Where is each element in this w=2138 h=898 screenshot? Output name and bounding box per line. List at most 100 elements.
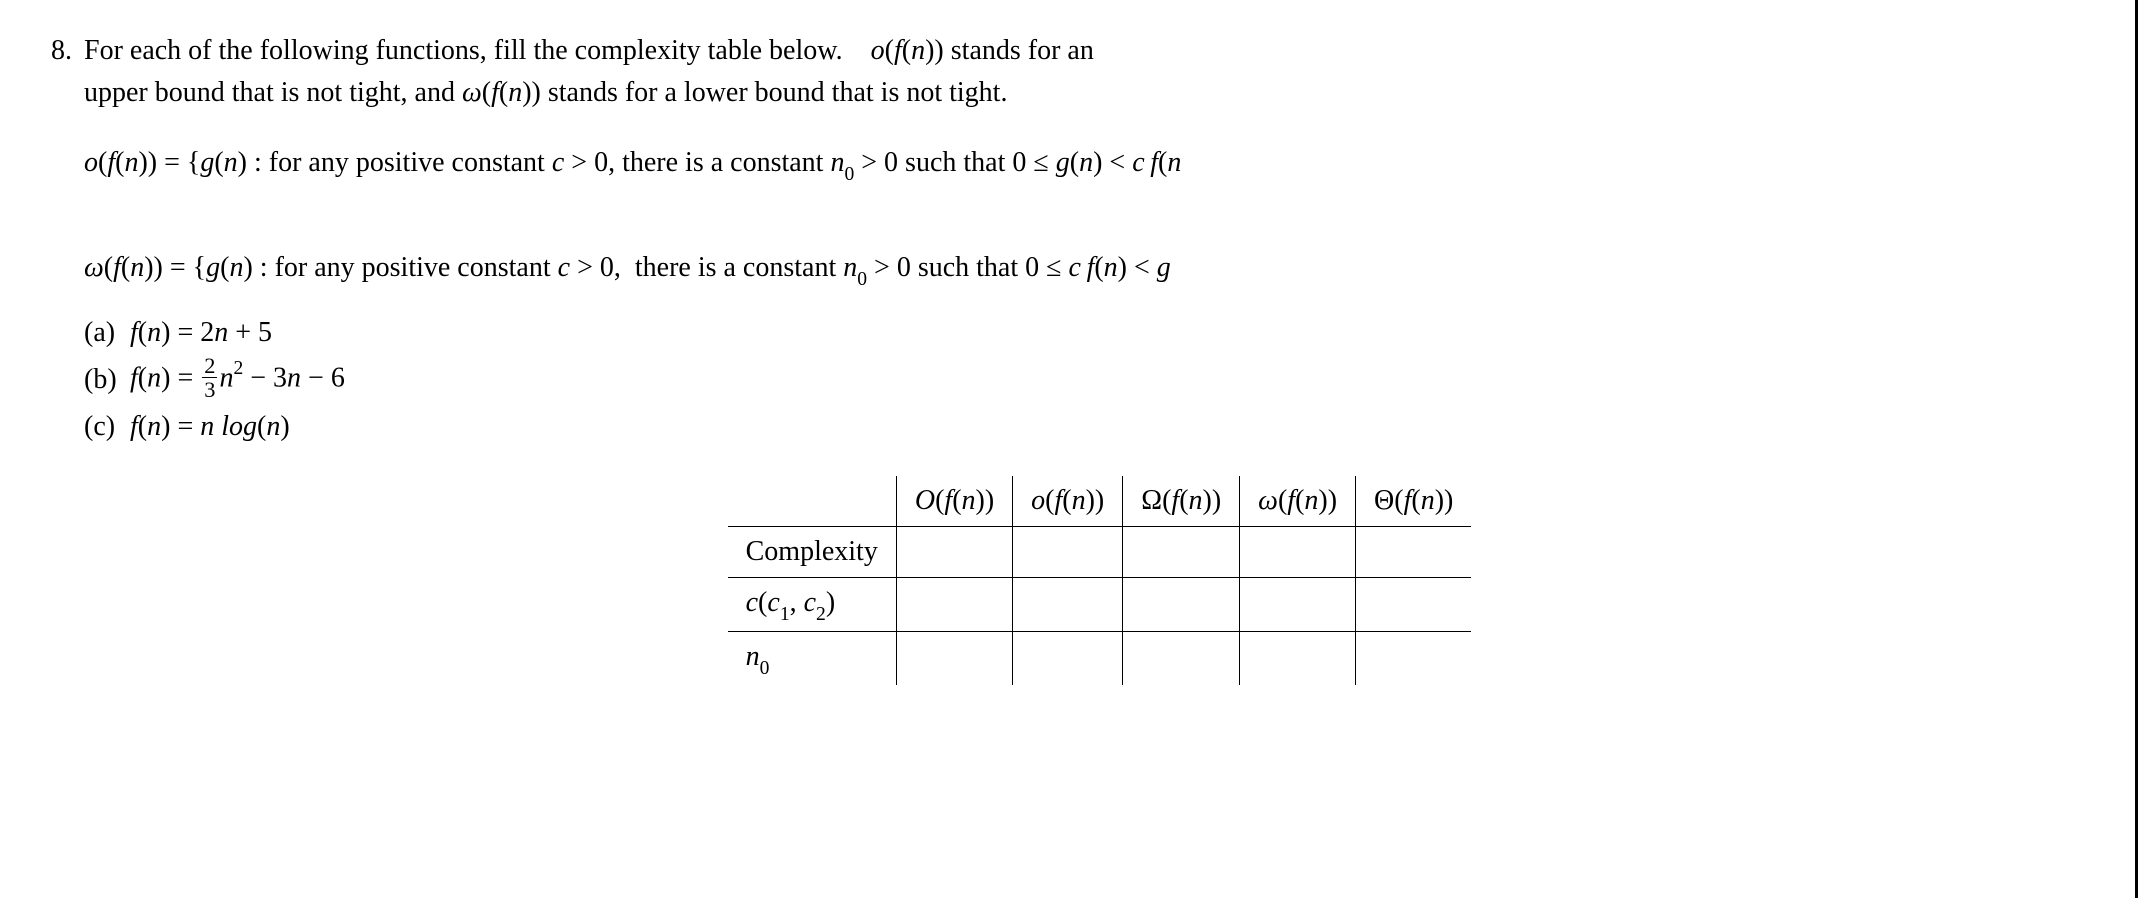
item-a-expr: f(n) = 2n + 5 <box>130 312 2115 354</box>
equals: = <box>164 147 187 178</box>
def-o-text1: for any positive constant <box>269 147 545 178</box>
const-6: 6 <box>331 362 345 393</box>
f-symbol: f <box>107 147 115 178</box>
definition-little-omega: ω(f(n)) = {g(n) : for any positive const… <box>84 247 2115 292</box>
n-symbol: n <box>1167 147 1181 178</box>
cell-r3c5[interactable] <box>1356 631 1472 684</box>
intro-part2: stands for an <box>951 35 1094 66</box>
frac-den: 3 <box>202 377 217 402</box>
n-symbol: n <box>843 252 857 283</box>
brace-open: { <box>193 252 206 283</box>
equals: = <box>177 317 193 348</box>
f-symbol: f <box>130 411 138 442</box>
zero: 0 <box>1025 252 1039 283</box>
problem-number: 8. <box>14 30 84 72</box>
const-5: 5 <box>258 317 272 348</box>
item-b-label: (b) <box>84 359 130 401</box>
intro-text: For each of the following functions, fil… <box>84 30 2115 114</box>
lt-symbol: < <box>1134 252 1150 283</box>
n-symbol: n <box>224 147 238 178</box>
plus-symbol: + <box>235 317 251 348</box>
equals: = <box>177 362 193 393</box>
col-big-omega: Ω(f(n)) <box>1123 476 1240 527</box>
zero: 0 <box>600 252 614 283</box>
n-symbol: n <box>508 77 522 108</box>
fraction-2-3: 2 3 <box>202 354 217 402</box>
f-symbol: f <box>130 362 138 393</box>
item-c-label: (c) <box>84 406 130 448</box>
def-w-text1: for any positive constant <box>275 252 551 283</box>
row-complexity-label: Complexity <box>728 527 897 578</box>
comma: , <box>608 147 615 178</box>
cell-r1c5[interactable] <box>1356 527 1472 578</box>
intro-part1: For each of the following functions, fil… <box>84 35 843 66</box>
coef-2: 2 <box>200 317 214 348</box>
intro-o-fn: o(f(n)) <box>871 35 951 66</box>
n-symbol: n <box>830 147 844 178</box>
g-symbol: g <box>200 147 214 178</box>
cell-r1c4[interactable] <box>1240 527 1356 578</box>
problem-8: 8. For each of the following functions, … <box>14 30 2115 685</box>
g-symbol: g <box>1157 252 1171 283</box>
f-symbol: f <box>491 77 499 108</box>
row-constants: c(c1, c2) <box>728 578 1472 632</box>
item-b: (b) f(n) = 2 3 n2 − 3n − 6 <box>84 356 2115 404</box>
n-symbol: n <box>147 317 161 348</box>
cell-r2c3[interactable] <box>1123 578 1240 632</box>
n-symbol: n <box>1104 252 1118 283</box>
subscript-0: 0 <box>857 269 867 290</box>
subscript-0: 0 <box>844 164 854 185</box>
n-symbol: n <box>219 362 233 393</box>
item-b-expr: f(n) = 2 3 n2 − 3n − 6 <box>130 356 2115 404</box>
superscript-2: 2 <box>233 358 243 379</box>
definition-little-o: o(f(n)) = {g(n) : for any positive const… <box>84 142 2115 187</box>
omega-symbol: ω <box>84 252 104 283</box>
row-complexity: Complexity <box>728 527 1472 578</box>
f-symbol: f <box>1150 147 1158 178</box>
def-o-text3: such that <box>905 147 1012 178</box>
table-header-row: O(f(n)) o(f(n)) Ω(f(n)) ω(f(n)) Θ(f(n)) <box>728 476 1472 527</box>
def-w-text2: there is a constant <box>635 252 836 283</box>
coef-3: 3 <box>273 362 287 393</box>
colon: : <box>260 252 275 283</box>
complexity-table-wrap: O(f(n)) o(f(n)) Ω(f(n)) ω(f(n)) Θ(f(n)) … <box>84 476 2115 685</box>
comma: , <box>614 252 621 283</box>
n-symbol: n <box>266 411 280 442</box>
cell-r1c3[interactable] <box>1123 527 1240 578</box>
o-symbol: o <box>871 35 885 66</box>
subparts: (a) f(n) = 2n + 5 (b) f(n) = <box>84 312 2115 448</box>
col-big-o: O(f(n)) <box>896 476 1012 527</box>
item-a-label: (a) <box>84 312 130 354</box>
cell-r2c5[interactable] <box>1356 578 1472 632</box>
gt-symbol: > <box>861 147 877 178</box>
col-little-o: o(f(n)) <box>1013 476 1123 527</box>
lt-symbol: < <box>1109 147 1125 178</box>
page: 8. For each of the following functions, … <box>0 0 2138 898</box>
def-w-text3: such that <box>918 252 1025 283</box>
le-symbol: ≤ <box>1046 252 1061 283</box>
gt-symbol: > <box>577 252 593 283</box>
cell-r2c4[interactable] <box>1240 578 1356 632</box>
n-symbol: n <box>287 362 301 393</box>
cell-r2c1[interactable] <box>896 578 1012 632</box>
zero: 0 <box>1012 147 1026 178</box>
cell-r1c2[interactable] <box>1013 527 1123 578</box>
cell-r1c1[interactable] <box>896 527 1012 578</box>
row-n0: n0 <box>728 631 1472 684</box>
row-constants-label: c(c1, c2) <box>728 578 897 632</box>
problem-body: For each of the following functions, fil… <box>84 30 2115 685</box>
le-symbol: ≤ <box>1033 147 1048 178</box>
equals: = <box>177 411 193 442</box>
cell-r3c4[interactable] <box>1240 631 1356 684</box>
zero: 0 <box>594 147 608 178</box>
cell-r2c2[interactable] <box>1013 578 1123 632</box>
complexity-table: O(f(n)) o(f(n)) Ω(f(n)) ω(f(n)) Θ(f(n)) … <box>728 476 1472 685</box>
c-symbol: c <box>552 147 564 178</box>
intro-part3: upper bound that is not tight, and <box>84 77 455 108</box>
omega-symbol: ω <box>462 77 482 108</box>
cell-r3c1[interactable] <box>896 631 1012 684</box>
cell-r3c3[interactable] <box>1123 631 1240 684</box>
cell-r3c2[interactable] <box>1013 631 1123 684</box>
g-symbol: g <box>1056 147 1070 178</box>
w-lhs: ω(f(n)) <box>84 252 170 283</box>
